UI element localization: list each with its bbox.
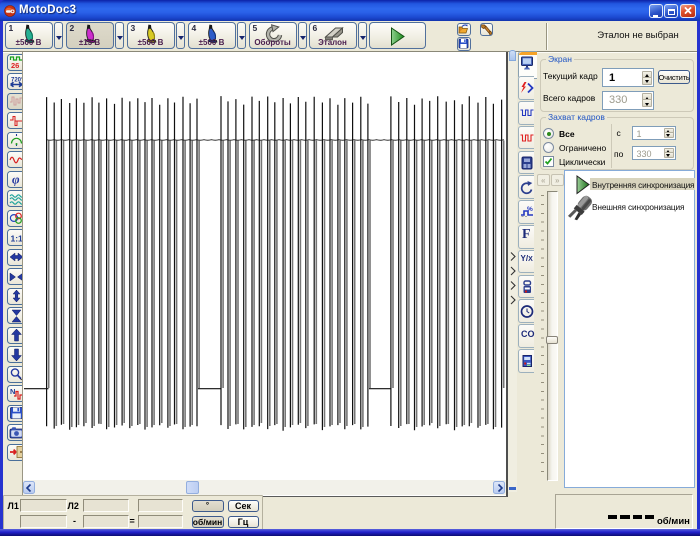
svg-text:N: N: [10, 387, 15, 396]
svg-text:φ: φ: [12, 172, 20, 186]
svg-text:%: %: [527, 206, 533, 213]
svg-text:26: 26: [11, 61, 19, 69]
